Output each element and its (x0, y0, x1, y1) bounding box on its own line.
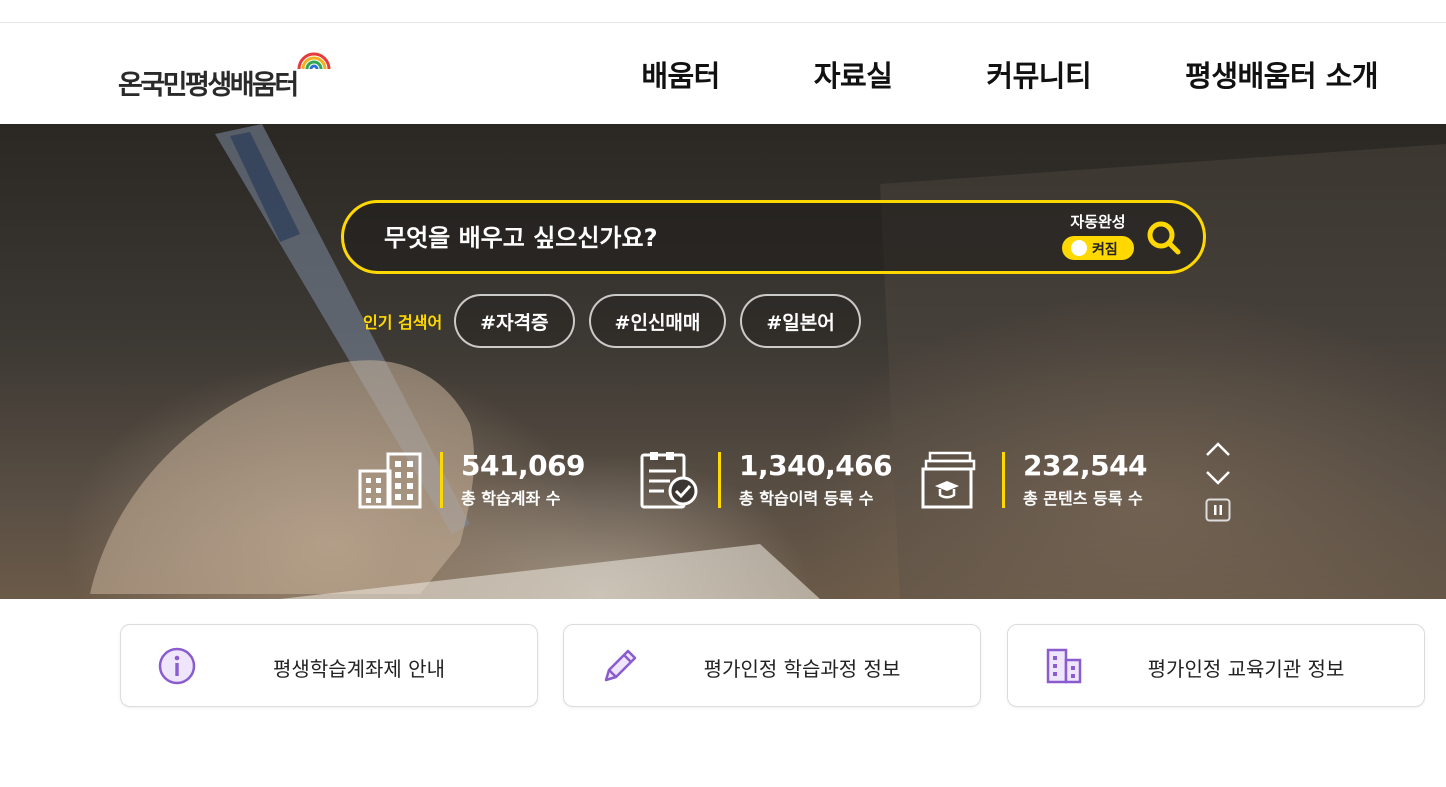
stat-contents: 232,544 총 콘텐츠 등록 수 (920, 448, 1148, 510)
chevron-up-icon[interactable] (1205, 437, 1231, 461)
nav-item-about[interactable]: 평생배움터 소개 (1185, 53, 1378, 95)
hero-banner: 자동완성 켜짐 인기 검색어 #자격증 #인신매매 #일본어 (0, 124, 1446, 599)
popular-keywords-label: 인기 검색어 (363, 313, 443, 332)
stat-learning-accounts: 541,069 총 학습계좌 수 (358, 448, 586, 510)
quick-link-institution-info[interactable]: 평가인정 교육기관 정보 (1007, 624, 1425, 707)
chevron-down-icon[interactable] (1205, 466, 1231, 490)
stat-text: 541,069 총 학습계좌 수 (461, 448, 586, 510)
building-icon (358, 452, 422, 509)
stat-value: 1,340,466 (739, 448, 893, 482)
toggle-knob (1071, 240, 1087, 256)
search-box[interactable]: 자동완성 켜짐 (341, 200, 1206, 274)
search-input[interactable] (384, 221, 1024, 255)
logo-rainbow-icon (297, 52, 331, 70)
quick-link-label: 평생학습계좌제 안내 (273, 657, 445, 681)
search-icon[interactable] (1144, 218, 1184, 258)
keyword-tag[interactable]: #인신매매 (588, 294, 727, 348)
keyword-tag[interactable]: #일본어 (740, 294, 861, 348)
hero-background-photo (90, 124, 1446, 599)
quick-link-label: 평가인정 학습과정 정보 (703, 657, 901, 681)
stat-label: 총 학습이력 등록 수 (739, 489, 874, 509)
nav-item-community[interactable]: 커뮤니티 (986, 53, 1091, 95)
stat-text: 1,340,466 총 학습이력 등록 수 (739, 448, 893, 510)
autocomplete-toggle[interactable]: 켜짐 (1062, 236, 1134, 260)
stat-divider (718, 452, 721, 508)
stat-label: 총 학습계좌 수 (461, 489, 561, 509)
stat-divider (1002, 452, 1005, 508)
quick-link-label: 평가인정 교육기관 정보 (1147, 657, 1345, 681)
stat-label: 총 콘텐츠 등록 수 (1023, 489, 1143, 509)
pause-icon[interactable] (1205, 498, 1231, 522)
stat-divider (440, 452, 443, 508)
clipboard-check-icon (640, 452, 698, 509)
stat-value: 232,544 (1023, 448, 1148, 482)
toggle-state-label: 켜짐 (1092, 242, 1118, 258)
autocomplete-label: 자동완성 (1070, 213, 1126, 231)
site-logo[interactable]: 온국민평생배움터 (118, 49, 331, 101)
top-utility-bar (0, 0, 1446, 23)
stat-value: 541,069 (461, 448, 586, 482)
stat-text: 232,544 총 콘텐츠 등록 수 (1023, 448, 1148, 510)
quick-link-course-info[interactable]: 평가인정 학습과정 정보 (563, 624, 981, 707)
popular-keywords: 인기 검색어 #자격증 #인신매매 #일본어 (363, 294, 875, 348)
folder-graduation-icon (921, 451, 976, 509)
site-header: 온국민평생배움터 배움터 자료실 커뮤니티 평생배움터 소개 (0, 23, 1446, 124)
stat-learning-records: 1,340,466 총 학습이력 등록 수 (636, 448, 893, 510)
keyword-tag[interactable]: #자격증 (454, 294, 575, 348)
quick-link-learning-account[interactable]: 평생학습계좌제 안내 (120, 624, 538, 707)
main-nav: 배움터 자료실 커뮤니티 평생배움터 소개 (641, 53, 1378, 95)
nav-item-learning[interactable]: 배움터 (641, 53, 720, 95)
autocomplete-control: 자동완성 켜짐 (1062, 211, 1134, 260)
nav-item-archive[interactable]: 자료실 (814, 53, 893, 95)
logo-text: 온국민평생배움터 (118, 70, 299, 101)
